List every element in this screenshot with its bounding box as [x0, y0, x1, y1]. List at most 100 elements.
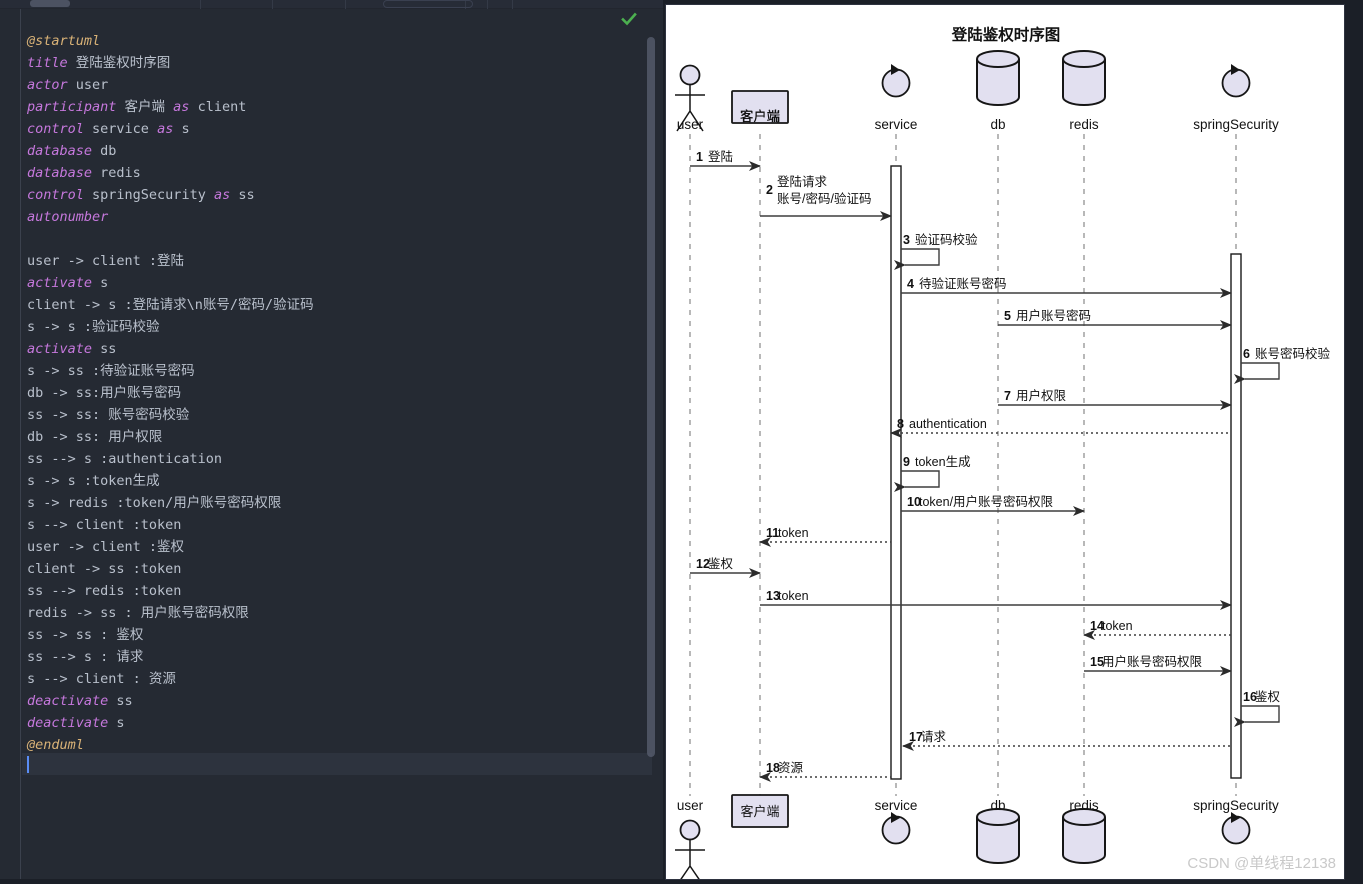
- code-token: client -> s :登陆请求\n账号/密码/验证码: [27, 297, 314, 313]
- code-token: user: [67, 77, 109, 93]
- message-label: 验证码校验: [915, 232, 978, 247]
- participant-control-icon: [881, 68, 911, 98]
- actor-icon: [675, 840, 705, 879]
- code-token: actor: [27, 77, 68, 93]
- code-token: @enduml: [27, 737, 84, 753]
- code-token: 登陆鉴权时序图: [67, 55, 171, 71]
- code-line: actor user: [27, 74, 645, 96]
- message-label: 请求: [921, 730, 947, 744]
- code-token: title: [27, 55, 68, 71]
- message-label: 登陆: [708, 149, 733, 164]
- message-label-2: 账号/密码/验证码: [777, 191, 871, 206]
- participant-label: service: [875, 117, 918, 132]
- code-token: ss: [92, 341, 117, 357]
- code-line: s -> ss :待验证账号密码: [27, 360, 645, 382]
- participant-control-icon: [1221, 68, 1251, 98]
- code-line: control service as s: [27, 118, 645, 140]
- message-label: 待验证账号密码: [919, 276, 1007, 291]
- self-message-arrow: [894, 248, 940, 270]
- editor-scrollbar-thumb[interactable]: [647, 37, 655, 757]
- code-line: s -> s :验证码校验: [27, 316, 645, 338]
- diagram-title: 登陆鉴权时序图: [951, 25, 1061, 44]
- code-token: service: [83, 121, 158, 137]
- code-line: ss --> s :authentication: [27, 448, 645, 470]
- code-token: db -> ss:用户账号密码: [27, 385, 182, 401]
- code-token: @startuml: [27, 33, 101, 49]
- code-token: s --> client : 资源: [27, 671, 176, 687]
- editor-gutter: [0, 9, 21, 884]
- editor-scrollbar-track[interactable]: [647, 9, 659, 875]
- message-label: 登陆请求: [777, 174, 828, 189]
- code-token: ss -> ss : 鉴权: [27, 627, 144, 643]
- code-line: s --> client : 资源: [27, 668, 645, 690]
- code-line: ss --> s : 请求: [27, 646, 645, 668]
- code-line: participant 客户端 as client: [27, 96, 645, 118]
- participant-label: springSecurity: [1193, 117, 1279, 132]
- toolbar-pill[interactable]: [30, 0, 70, 7]
- participant-label: db: [990, 117, 1005, 132]
- message-number: 8: [897, 417, 904, 431]
- code-token: deactivate: [27, 693, 109, 709]
- code-line: autonumber: [27, 206, 645, 228]
- code-token: s: [173, 121, 190, 137]
- participant-actor-icon: [679, 64, 701, 86]
- code-line: s -> s :token生成: [27, 470, 645, 492]
- message-label: 鉴权: [1255, 689, 1281, 704]
- message-label: 用户账号密码权限: [1102, 654, 1203, 669]
- code-token: db: [92, 143, 117, 159]
- message-number: 9: [903, 455, 910, 469]
- code-token: s --> client :token: [27, 517, 182, 533]
- code-token: user -> client :登陆: [27, 253, 185, 269]
- message-label: token: [778, 526, 809, 540]
- code-token: database: [27, 143, 93, 159]
- code-token: ss --> redis :token: [27, 583, 182, 599]
- code-token: deactivate: [27, 715, 109, 731]
- code-line: client -> ss :token: [27, 558, 645, 580]
- message-number: 2: [766, 183, 773, 197]
- code-token: participant: [27, 99, 117, 115]
- code-token: ss --> s : 请求: [27, 649, 144, 665]
- activation-bar: [1230, 253, 1242, 779]
- message-label: token: [778, 589, 809, 603]
- message-label: token生成: [915, 455, 971, 469]
- participant-label: 客户端: [740, 109, 779, 124]
- code-token: autonumber: [27, 209, 109, 225]
- plantuml-source-code[interactable]: @startuml title 登陆鉴权时序图 actor user particip…: [27, 30, 645, 756]
- code-line: user -> client :登陆: [27, 250, 645, 272]
- message-label: token/用户账号密码权限: [919, 494, 1054, 509]
- code-line: client -> s :登陆请求\n账号/密码/验证码: [27, 294, 645, 316]
- check-icon: [621, 12, 637, 26]
- participant-control-icon: [1221, 815, 1251, 845]
- top-toolbar-strip: [0, 0, 663, 9]
- self-message-arrow: [1234, 362, 1280, 384]
- database-icon: [1062, 808, 1106, 864]
- code-token: user -> client :鉴权: [27, 539, 185, 555]
- database-icon: [976, 808, 1020, 864]
- code-token: redis -> ss : 用户账号密码权限: [27, 605, 249, 621]
- editor-scroll-area[interactable]: @startuml title 登陆鉴权时序图 actor user particip…: [0, 9, 663, 884]
- message-label: 鉴权: [708, 556, 734, 571]
- participant-label: user: [677, 798, 704, 813]
- code-line: ss --> redis :token: [27, 580, 645, 602]
- code-editor-pane[interactable]: @startuml title 登陆鉴权时序图 actor user particip…: [0, 0, 663, 884]
- participant-label: service: [875, 798, 918, 813]
- code-line: deactivate ss: [27, 690, 645, 712]
- sequence-diagram-svg: 1 登陆 2 登陆请求账号/密码/验证码 3 验证码校验 4 待验证账号密码 5 用户账号密码 6 账…: [675, 25, 1331, 879]
- code-token: client: [189, 99, 247, 115]
- code-token: activate: [27, 341, 93, 357]
- code-token: ss -> ss: 账号密码校验: [27, 407, 190, 423]
- code-token: as: [157, 121, 174, 137]
- code-line: db -> ss: 用户权限: [27, 426, 645, 448]
- participant-actor-icon: [679, 819, 701, 841]
- code-token: database: [27, 165, 93, 181]
- current-line-highlight: [22, 753, 652, 775]
- participant-control-icon: [881, 815, 911, 845]
- message-label: 账号密码校验: [1255, 346, 1331, 361]
- text-caret: [27, 756, 29, 773]
- message-number: 5: [1004, 309, 1011, 323]
- code-line: database redis: [27, 162, 645, 184]
- message-number: 7: [1004, 389, 1011, 403]
- code-line: ss -> ss: 账号密码校验: [27, 404, 645, 426]
- message-number: 1: [696, 150, 703, 164]
- code-token: s: [108, 715, 125, 731]
